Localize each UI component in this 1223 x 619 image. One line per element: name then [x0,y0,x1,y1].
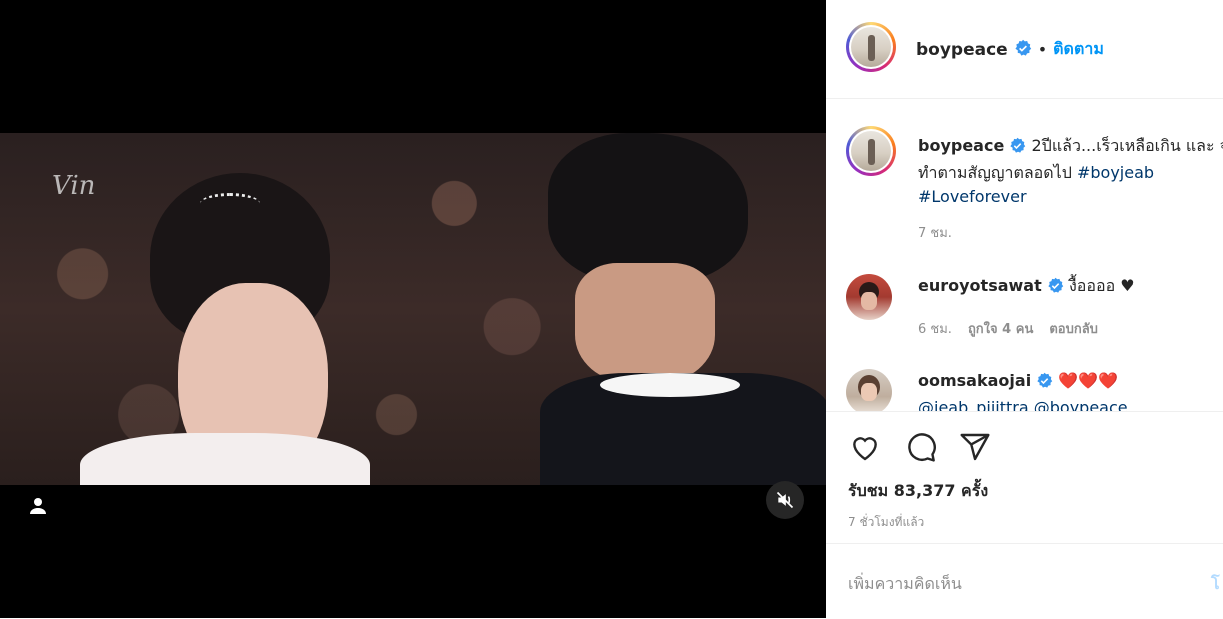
hashtag-link[interactable]: #Loveforever [918,187,1027,206]
author-avatar[interactable] [846,22,896,72]
caption-avatar[interactable] [846,126,896,176]
comment-input[interactable]: เพิ่มความคิดเห็น [848,572,962,597]
comments-list[interactable]: boypeace 2ปีแล้ว...เร็วเหลือเกิน และ จะท… [826,99,1223,411]
comment-body: oomsakaojai ❤️❤️❤️ @jeab_pijittra @boype… [918,369,1223,411]
video-frame[interactable]: Vin [0,133,826,485]
follow-button[interactable]: ติดตาม [1053,37,1104,62]
video-player[interactable]: Vin [0,0,826,618]
comment-bubble-icon[interactable] [904,430,938,464]
video-figure-bride-dress [80,433,370,485]
share-send-icon[interactable] [958,430,992,464]
add-comment-bar: เพิ่มความคิดเห็น โ [826,543,1223,619]
verified-badge-icon [1009,137,1026,161]
black-heart-emoji: ♥ [1120,276,1135,295]
mute-toggle-button[interactable] [766,481,804,519]
caption-item: boypeace 2ปีแล้ว...เร็วเหลือเกิน และ จะท… [846,126,1223,266]
post-timestamp[interactable]: 7 ชั่วโมงที่แล้ว [848,513,924,532]
video-figure-groom-collar [600,373,740,397]
mention-links[interactable]: @jeab_pijittra @boypeace [918,398,1128,411]
tagged-users-icon[interactable] [26,494,50,518]
speaker-muted-icon [776,491,794,509]
caption-username[interactable]: boypeace [918,136,1004,155]
video-figure-groom-neck [575,263,715,383]
caption-body: boypeace 2ปีแล้ว...เร็วเหลือเกิน และ จะท… [918,134,1223,209]
caption-time[interactable]: 7 ชม. [918,222,952,243]
comment-time[interactable]: 6 ชม. [918,318,952,339]
video-figure-groom-hair [548,133,748,283]
commenter-username[interactable]: euroyotsawat [918,276,1042,295]
comment-likes[interactable]: ถูกใจ 4 คน [968,318,1033,339]
view-count[interactable]: รับชม 83,377 ครั้ง [848,479,988,504]
video-watermark: Vin [52,171,96,201]
comment-meta: 6 ชม. ถูกใจ 4 คน ตอบกลับ [918,318,1098,339]
reply-button[interactable]: ตอบกลับ [1049,318,1098,339]
comment-text: งื้ออออ [1068,276,1116,295]
post-actions: รับชม 83,377 ครั้ง 7 ชั่วโมงที่แล้ว [826,411,1223,544]
verified-badge-icon [1014,39,1032,61]
header-separator: • [1037,40,1048,59]
hashtag-link[interactable]: #boyjeab [1077,163,1154,182]
author-username[interactable]: boypeace [916,40,1008,60]
comment-item: oomsakaojai ❤️❤️❤️ @jeab_pijittra @boype… [846,369,1223,411]
verified-badge-icon [1047,277,1064,301]
comment-body: euroyotsawat งื้ออออ ♥ [918,274,1223,301]
post-comment-button[interactable]: โ [1211,572,1220,597]
like-heart-icon[interactable] [848,430,882,464]
comment-item: euroyotsawat งื้ออออ ♥ 6 ชม. ถูกใจ 4 คน … [846,274,1223,354]
commenter-avatar[interactable] [846,369,892,411]
red-hearts-emoji: ❤️❤️❤️ [1058,371,1119,390]
post-panel: boypeace • ติดตาม boypeace 2ปีแล้ว...เร็… [826,0,1223,618]
commenter-avatar[interactable] [846,274,892,320]
post-header: boypeace • ติดตาม [826,0,1223,99]
verified-badge-icon [1036,372,1053,396]
video-tiara [200,193,260,214]
commenter-username[interactable]: oomsakaojai [918,371,1031,390]
